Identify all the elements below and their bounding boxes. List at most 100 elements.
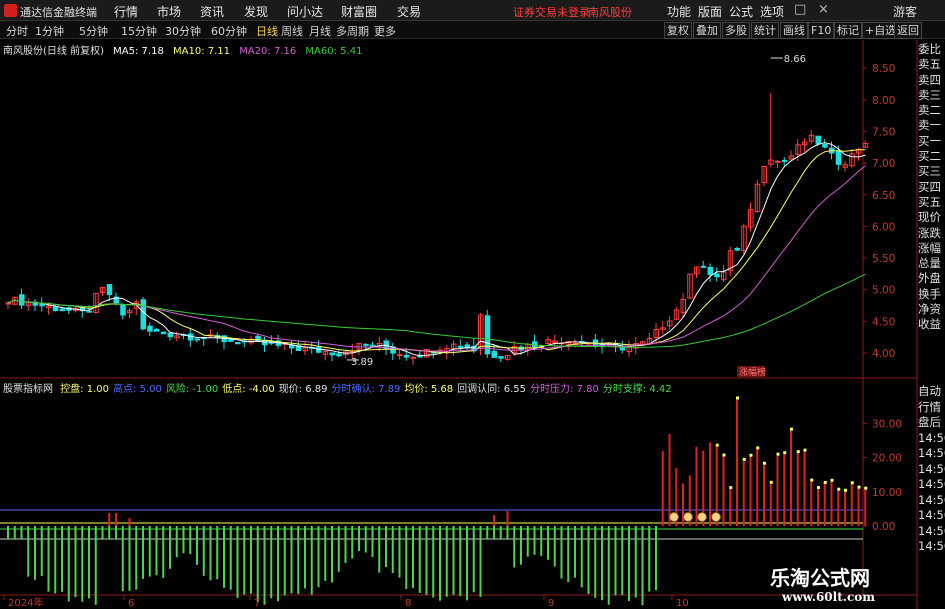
candle-down xyxy=(140,299,146,330)
buy-signal-icon xyxy=(711,512,721,522)
indicator-value-3: 低点: -4.00 xyxy=(222,384,275,395)
candle-down xyxy=(363,343,369,346)
candle-down xyxy=(403,354,410,358)
candle-down xyxy=(457,345,464,348)
candle-down xyxy=(19,294,25,306)
price-tick-label: 8.50 xyxy=(872,63,895,75)
indicator-bar-cap xyxy=(756,446,760,450)
buy-signal-icon xyxy=(683,512,693,522)
side-bottom-item-2: 盘后 xyxy=(918,415,941,429)
date-label: 6 xyxy=(128,598,134,609)
indicator-bar-cap xyxy=(857,485,861,489)
ma20-label: MA20: 7.16 xyxy=(239,46,297,57)
candle-down xyxy=(370,344,376,347)
side-item-14: 总量 xyxy=(918,256,941,271)
quote-side-panel-top: 委比 卖五 卖四 卖三 卖二 卖一 买一 买二 买三 买四 买五 现价 涨跌 涨幅 总量 外盘 换手 净资 收益 xyxy=(918,42,945,333)
candle-down xyxy=(235,342,241,345)
candle-up xyxy=(775,160,781,163)
date-label: 2024年 xyxy=(8,596,43,609)
candle-down xyxy=(815,135,821,145)
candle-down xyxy=(498,356,504,359)
candle-down xyxy=(52,306,59,312)
candle-down xyxy=(491,350,497,358)
indicator-bar-cap xyxy=(850,481,854,485)
indicator-value-1: 高点: 5.00 xyxy=(113,384,162,395)
side-item-11: 现价 xyxy=(918,210,941,225)
date-label: 10 xyxy=(676,598,689,609)
candle-up xyxy=(397,354,403,357)
indicator-value-2: 风险: -1.00 xyxy=(165,384,219,395)
indicator-bar-cap xyxy=(803,448,807,452)
indicator-bar-cap xyxy=(763,461,766,465)
side-item-16: 换手 xyxy=(918,286,941,301)
candle-down xyxy=(120,304,126,316)
side-item-13: 涨幅 xyxy=(918,240,941,255)
kline-chart[interactable]: 8.50 8.00 7.50 7.00 6.50 6.00 5.50 5.00 4.50 4.00… xyxy=(0,0,945,609)
price-tick-label: 7.00 xyxy=(872,158,895,170)
side-item-4: 卖二 xyxy=(918,103,941,118)
price-tick-label: 4.50 xyxy=(872,316,895,328)
side-bottom-item-9: 14:50 xyxy=(918,523,945,538)
candle-down xyxy=(700,265,707,268)
indicator-bar-cap xyxy=(817,486,820,490)
price-tick-label: 8.00 xyxy=(872,95,895,107)
indicator-bar-cap xyxy=(736,396,739,400)
side-bottom-item-1: 行情 xyxy=(918,399,941,414)
low-annotation: 3.89 xyxy=(351,357,373,368)
indicator-tick-label: 30.00 xyxy=(872,418,902,430)
indicator-bar-cap xyxy=(823,480,827,484)
chart-grid xyxy=(0,40,918,609)
indicator-tick-label: 10.00 xyxy=(872,487,902,499)
side-item-0: 委比 xyxy=(918,42,941,56)
side-bottom-item-7: 14:50 xyxy=(918,492,945,507)
ma20-line xyxy=(7,165,866,352)
candle-down xyxy=(160,331,167,335)
side-item-17: 净资 xyxy=(918,302,941,317)
candle-down xyxy=(59,308,65,312)
indicator-bar-cap xyxy=(783,451,787,455)
ma5-label: MA5: 7.18 xyxy=(113,46,164,57)
side-item-7: 买二 xyxy=(918,149,941,164)
side-item-3: 卖三 xyxy=(918,87,941,102)
side-bottom-item-10: 14:50 xyxy=(918,539,945,553)
ma10-label: MA10: 7.11 xyxy=(173,46,231,57)
indicator-bar-cap xyxy=(715,443,719,447)
ma10-line xyxy=(7,149,866,354)
candle-down xyxy=(39,303,45,307)
indicator-legend: 股票指标网 控盘: 1.00 高点: 5.00 风险: -1.00 低点: -4.00… xyxy=(3,380,680,395)
candle-down xyxy=(194,338,200,341)
candle-down xyxy=(835,151,842,165)
side-bottom-item-6: 14:50 xyxy=(918,477,945,491)
indicator-name[interactable]: 股票指标网 xyxy=(3,384,53,395)
date-label: 7 xyxy=(254,598,260,609)
candle-down xyxy=(707,266,713,276)
candle-down xyxy=(147,325,153,332)
candle-down xyxy=(336,353,342,357)
side-item-2: 卖四 xyxy=(918,72,941,87)
indicator-bar-cap xyxy=(796,450,800,454)
indicator-bar-cap xyxy=(790,427,793,431)
candle-down xyxy=(734,247,740,251)
indicator-bar-cap xyxy=(776,452,780,456)
indicator-bar-cap xyxy=(810,478,814,482)
indicator-value-7: 回调认同: 6.55 xyxy=(457,384,526,395)
buy-signal-icon xyxy=(669,512,679,522)
candlestick-group xyxy=(5,92,869,365)
side-item-6: 买一 xyxy=(918,133,941,148)
indicator-value-5: 分时确认: 7.89 xyxy=(331,384,401,395)
indicator-value-0: 控盘: 1.00 xyxy=(60,384,110,395)
indicator-bar-cap xyxy=(769,480,773,484)
side-item-5: 卖一 xyxy=(918,118,941,133)
price-tick-label: 6.00 xyxy=(872,221,895,233)
indicator-bar-cap xyxy=(844,488,847,492)
candle-down xyxy=(86,310,92,313)
side-item-9: 买四 xyxy=(918,179,941,194)
candle-down xyxy=(167,332,173,338)
side-bottom-item-4: 14:50 xyxy=(918,446,945,460)
candle-down xyxy=(329,352,335,356)
candle-down xyxy=(154,328,160,332)
side-bottom-item-5: 14:50 xyxy=(918,461,945,476)
side-item-8: 买三 xyxy=(918,164,941,179)
side-item-1: 卖五 xyxy=(918,57,941,72)
side-bottom-item-0: 自动 xyxy=(918,384,941,398)
